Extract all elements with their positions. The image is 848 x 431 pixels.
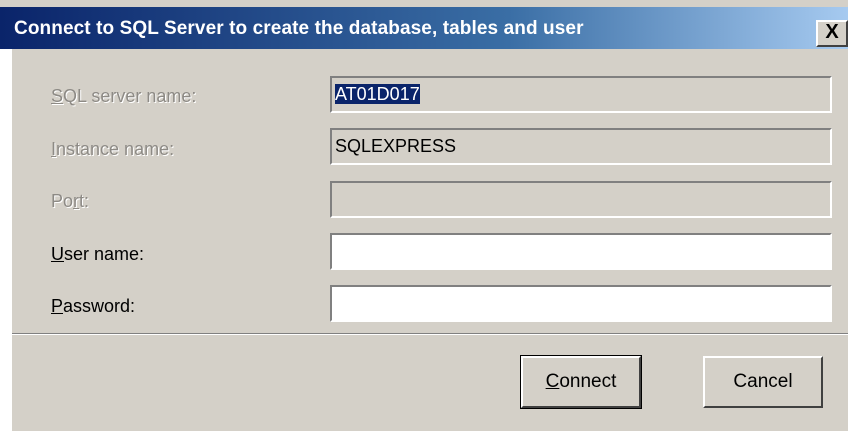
password-field[interactable] (330, 285, 832, 322)
sql-server-name-value: AT01D017 (335, 84, 420, 104)
instance-name-field[interactable]: SQLEXPRESS (330, 128, 832, 165)
window-left-edge (0, 49, 12, 431)
close-button[interactable]: X (816, 20, 848, 47)
port-label: Port: (51, 191, 90, 211)
sql-server-name-field[interactable]: AT01D017 (330, 76, 832, 113)
dialog-title: Connect to SQL Server to create the data… (14, 18, 584, 39)
connect-button[interactable]: Connect (520, 355, 642, 409)
instance-name-label: Instance name: (51, 139, 175, 159)
connect-dialog: Connect to SQL Server to create the data… (0, 0, 848, 431)
instance-name-value: SQLEXPRESS (335, 136, 457, 156)
close-icon: X (825, 21, 839, 43)
title-bar[interactable]: Connect to SQL Server to create the data… (0, 7, 848, 49)
separator-line (12, 333, 848, 335)
cancel-button[interactable]: Cancel (703, 356, 823, 408)
password-label: Password: (51, 296, 136, 316)
user-name-field[interactable] (330, 233, 832, 270)
port-field[interactable] (330, 181, 832, 218)
sql-server-name-label: SQL server name: (51, 86, 197, 106)
user-name-label: User name: (51, 244, 145, 264)
